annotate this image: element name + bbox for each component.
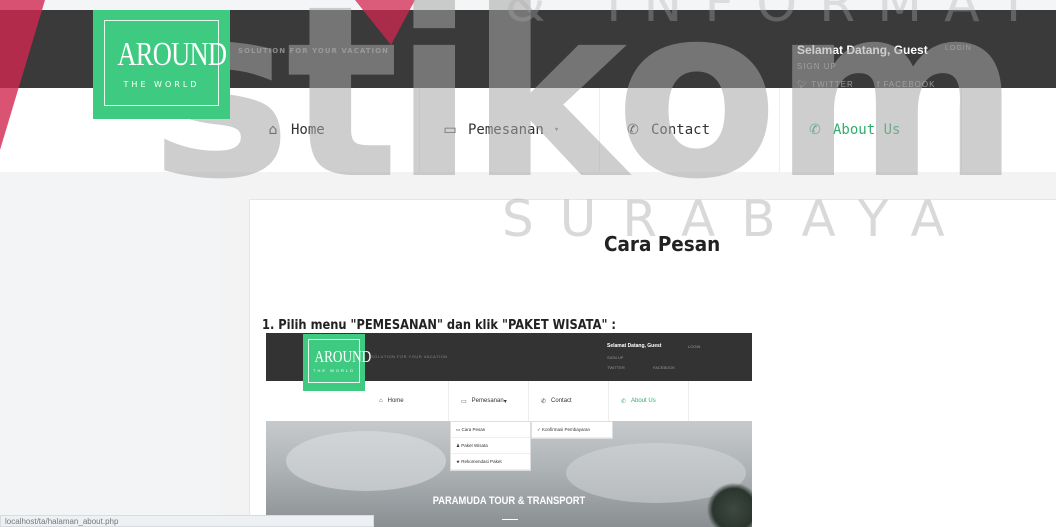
screenshot-logo-frame: AROUND THE WORLD	[308, 339, 372, 383]
screenshot-facebook: FACEBOOK	[653, 365, 676, 370]
logo-main-text: AROUND	[117, 36, 227, 73]
screenshot-dropdown: ▭ Cara Pesan ♟ Paket Wisata ★ Rekomendas…	[450, 421, 531, 471]
screenshot-login: LOGIN	[688, 344, 701, 349]
phone-icon: ✆	[621, 398, 627, 405]
phone-icon: ✆	[541, 398, 547, 405]
home-icon: ⌂	[268, 122, 278, 138]
step-instruction: 1. Pilih menu "PEMESANAN" dan klik "PAKE…	[262, 318, 616, 333]
browser-status-url: localhost/ta/halaman_about.php	[0, 515, 374, 527]
page-title: Cara Pesan	[604, 232, 721, 256]
screenshot-nav-pemesanan: ▭ Pemesanan ▾	[449, 381, 529, 421]
screenshot-hero-title: PARAMUDA TOUR & TRANSPORT	[432, 495, 586, 507]
screenshot-nav-pemesanan-label: Pemesanan	[471, 398, 504, 404]
screenshot-nav-home-label: Home	[387, 398, 404, 404]
screenshot-dropdown-secondary: ✓ Konfirmasi Pembayaran	[531, 421, 613, 439]
screenshot-tagline: SOLUTION FOR YOUR VACATION	[371, 354, 448, 359]
welcome-text: Selamat Datang, Guest	[797, 43, 928, 57]
site-logo[interactable]: AROUND THE WORLD	[93, 10, 230, 119]
logo-sub-text: THE WORLD	[123, 80, 200, 89]
screenshot-nav-contact-label: Contact	[551, 398, 572, 404]
logo-frame: AROUND THE WORLD	[104, 20, 227, 106]
nav-item-contact[interactable]: ✆ Contact	[600, 88, 780, 172]
signup-link[interactable]: SIGN UP	[797, 62, 837, 71]
dropdown-item-label: Rekomendasi Paket	[461, 459, 502, 464]
chevron-down-icon: ▾	[553, 125, 560, 135]
phone-icon: ✆	[627, 122, 639, 138]
screenshot-nav-home: ⌂ Home	[359, 381, 449, 421]
hero-cloud	[286, 431, 446, 491]
screenshot-dropdown-item: ★ Rekomendasi Paket	[451, 454, 530, 470]
screenshot-logo-sub: THE WORLD	[313, 368, 355, 373]
site-tagline: SOLUTION FOR YOUR VACATION	[238, 47, 389, 55]
nav-contact-label: Contact	[651, 122, 711, 138]
chevron-down-icon: ▾	[503, 398, 507, 405]
dropdown-item-label: Paket Wisata	[461, 443, 488, 448]
screenshot-welcome: Selamat Datang, Guest	[607, 343, 662, 349]
instruction-screenshot: SOLUTION FOR YOUR VACATION Selamat Datan…	[266, 333, 752, 527]
screenshot-nav-about-label: About Us	[631, 398, 656, 404]
nav-item-pemesanan[interactable]: ▭ Pemesanan ▾	[420, 88, 600, 172]
card-icon: ▭	[443, 122, 457, 138]
hero-divider	[502, 519, 518, 520]
screenshot-logo: AROUND THE WORLD	[303, 334, 372, 391]
nav-item-about-us[interactable]: ✆ About Us	[780, 88, 962, 172]
nav-home-label: Home	[291, 122, 325, 138]
content-left-gutter	[0, 172, 222, 527]
screenshot-logo-main: AROUND	[314, 347, 372, 366]
card-icon: ▭	[461, 398, 467, 405]
screenshot-dropdown-item: ♟ Paket Wisata	[451, 438, 530, 454]
nav-about-label: About Us	[833, 122, 901, 138]
screenshot-dropdown-item: ✓ Konfirmasi Pembayaran	[532, 422, 612, 438]
screenshot-twitter: TWITTER	[607, 365, 625, 370]
screenshot-nav-about: ✆ About Us	[609, 381, 689, 421]
screenshot-signup: SIGN UP	[607, 355, 624, 360]
home-icon: ⌂	[379, 398, 383, 404]
phone-icon: ✆	[809, 122, 821, 138]
nav-item-home[interactable]: ⌂ Home	[240, 88, 420, 172]
nav-pemesanan-label: Pemesanan	[468, 122, 544, 138]
dropdown-item-label: Konfirmasi Pembayaran	[542, 427, 591, 432]
screenshot-dropdown-item: ▭ Cara Pesan	[451, 422, 530, 438]
dropdown-item-label: Cara Pesan	[461, 427, 486, 432]
login-link[interactable]: LOGIN	[945, 45, 972, 52]
screenshot-nav-contact: ✆ Contact	[529, 381, 609, 421]
